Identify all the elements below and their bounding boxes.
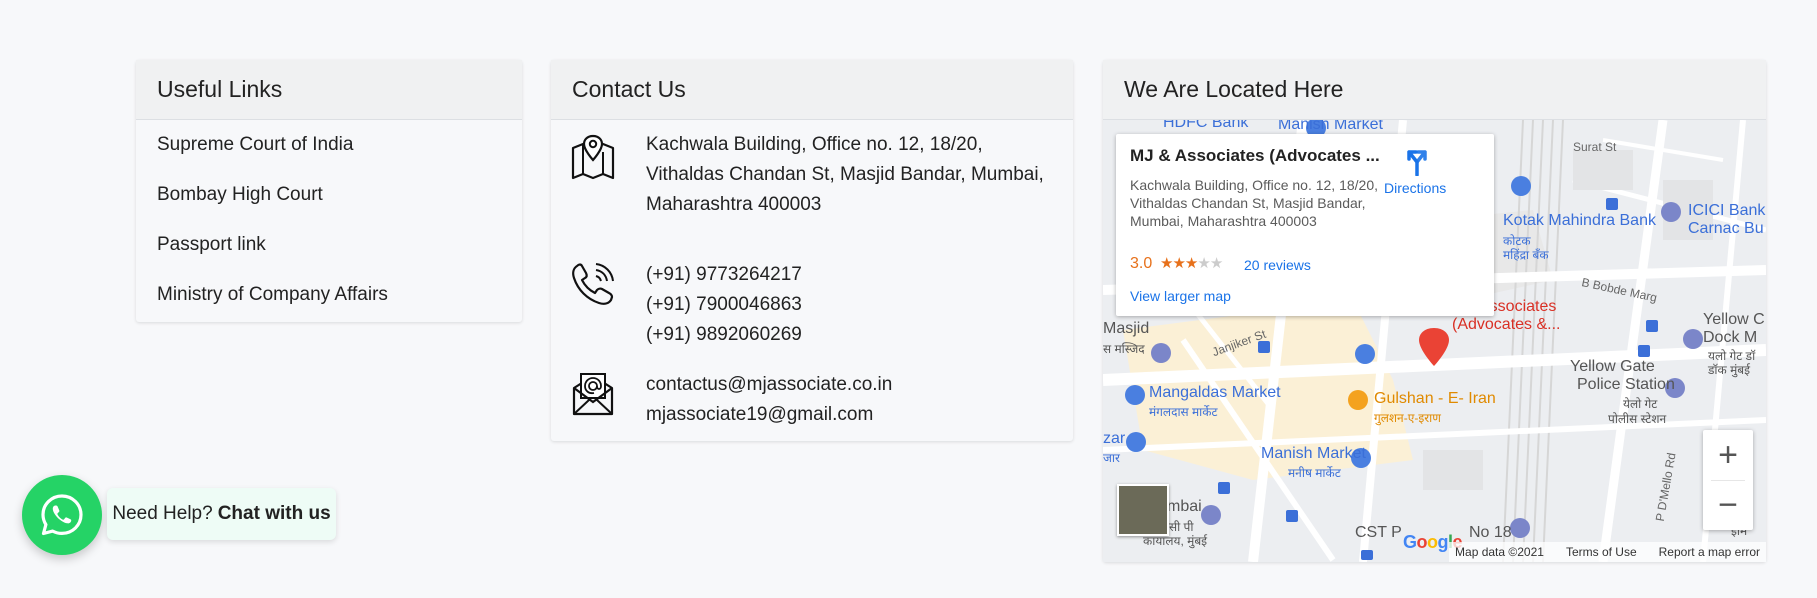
view-larger-map-link[interactable]: View larger map: [1130, 288, 1231, 304]
place-name[interactable]: MJ & Associates (Advocates ...: [1130, 146, 1380, 166]
rating-stars-icon: ★★★★★: [1160, 254, 1223, 272]
map-label-icici-1: ICICI Bank: [1688, 202, 1766, 219]
chat-with-us-bubble[interactable]: Need Help? Chat with us: [107, 488, 336, 540]
star-empty-icon: ★: [1197, 255, 1210, 272]
star-filled-icon: ★: [1160, 255, 1173, 272]
chat-with-us-label: Chat with us: [217, 503, 331, 524]
reviews-link[interactable]: 20 reviews: [1244, 257, 1311, 273]
place-address: Kachwala Building, Office no. 12, 18/20,…: [1130, 177, 1379, 229]
zoom-controls: + −: [1703, 430, 1753, 530]
embedded-map[interactable]: Manish Market HDFC Bank Surat St Kotak M…: [1103, 120, 1766, 562]
map-label-manish-market-bottom-hi: मनीष मार्केट: [1288, 466, 1341, 480]
star-filled-icon: ★: [1172, 255, 1185, 272]
phone-line-3[interactable]: (+91) 9892060269: [646, 320, 802, 350]
location-card: We Are Located Here Manish Market HDFC B…: [1103, 60, 1766, 562]
address-line-1: Kachwala Building, Office no. 12, 18/20,: [646, 134, 983, 155]
map-label-yellow-gate-dock-2: Dock M: [1703, 329, 1758, 346]
map-label-gulshan: Gulshan - E- Iran: [1374, 390, 1496, 407]
address-line-2: Vithaldas Chandan St, Masjid Bandar, Mum…: [646, 164, 1044, 185]
satellite-toggle-button[interactable]: [1117, 484, 1169, 536]
zoom-out-button[interactable]: −: [1703, 480, 1753, 530]
map-label-surat-st: Surat St: [1573, 140, 1617, 154]
need-help-label: Need Help?: [112, 503, 213, 524]
location-title: We Are Located Here: [1103, 60, 1766, 120]
map-label-zar: zar: [1103, 430, 1126, 447]
map-label-mj-2: (Advocates &...: [1452, 316, 1561, 333]
useful-links-list: Supreme Court of India Bombay High Court…: [136, 120, 522, 320]
map-label-gulshan-hi: गुलशन-ए-इराण: [1374, 411, 1441, 425]
link-bombay-high-court[interactable]: Bombay High Court: [136, 170, 522, 220]
map-label-mangaldas: Mangaldas Market: [1149, 384, 1281, 401]
whatsapp-button[interactable]: [22, 475, 102, 555]
zoom-in-button[interactable]: +: [1703, 430, 1753, 480]
map-label-manish-market-bottom: Manish Market: [1261, 445, 1366, 462]
map-label-icici-2: Carnac Bu: [1688, 220, 1764, 237]
map-label-kotak-hi2: महिंद्रा बँक: [1503, 248, 1549, 262]
map-pin-icon: [571, 134, 615, 180]
map-label-masjid-hi: स मस्जिद: [1103, 342, 1145, 356]
link-passport[interactable]: Passport link: [136, 220, 522, 270]
map-label-yellow-gate-dock-1: Yellow C: [1703, 311, 1765, 328]
map-label-no18: No 18: [1469, 524, 1512, 541]
phone-line-1[interactable]: (+91) 9773264217: [646, 260, 802, 290]
link-supreme-court[interactable]: Supreme Court of India: [136, 120, 522, 170]
map-label-cst: CST P: [1355, 524, 1402, 541]
star-filled-icon: ★: [1184, 255, 1198, 272]
phone-line-2[interactable]: (+91) 7900046863: [646, 290, 802, 320]
address-line-3: Maharashtra 400003: [646, 194, 822, 215]
contact-title: Contact Us: [551, 60, 1073, 120]
map-label-yg-police-4: पोलीस स्टेशन: [1608, 412, 1667, 426]
phone-icon: [572, 263, 614, 305]
whatsapp-icon: [41, 494, 83, 536]
link-ministry-company-affairs[interactable]: Ministry of Company Affairs: [136, 270, 522, 320]
map-label-yg-police-1: Yellow Gate: [1570, 358, 1655, 375]
directions-link[interactable]: Directions: [1384, 180, 1446, 196]
map-label-mbai: mbai: [1167, 498, 1202, 515]
map-label-zar-hi: जार: [1103, 451, 1120, 465]
contact-card: Contact Us Kachwala Building, Office no.…: [551, 60, 1073, 441]
place-info-card: MJ & Associates (Advocates ... Kachwala …: [1116, 134, 1494, 316]
report-map-error-link[interactable]: Report a map error: [1659, 545, 1760, 559]
map-label-kotak: Kotak Mahindra Bank: [1503, 212, 1656, 229]
email-line-2[interactable]: mjassociate19@gmail.com: [646, 400, 892, 430]
useful-links-card: Useful Links Supreme Court of India Bomb…: [136, 60, 522, 322]
map-footer: Map data ©2021 Terms of Use Report a map…: [1449, 542, 1766, 562]
directions-icon[interactable]: [1403, 146, 1431, 176]
map-label-hdfc: HDFC Bank: [1163, 120, 1249, 131]
map-label-manish-market-top: Manish Market: [1278, 120, 1383, 133]
map-data-attribution: Map data ©2021: [1455, 545, 1544, 559]
map-label-yellow-gate-dock-4: डॉक मुंबई: [1708, 363, 1750, 377]
map-label-mangaldas-hi: मंगलदास मार्केट: [1149, 405, 1218, 419]
map-label-yg-police-2: Police Station: [1577, 376, 1675, 393]
envelope-icon: [572, 373, 614, 416]
star-empty-icon: ★: [1209, 255, 1223, 272]
useful-links-title: Useful Links: [136, 60, 522, 120]
email-line-1[interactable]: contactus@mjassociate.co.in: [646, 370, 892, 400]
place-rating: 3.0: [1130, 255, 1153, 272]
map-label-masjid: Masjid: [1103, 320, 1150, 337]
terms-of-use-link[interactable]: Terms of Use: [1566, 545, 1637, 559]
